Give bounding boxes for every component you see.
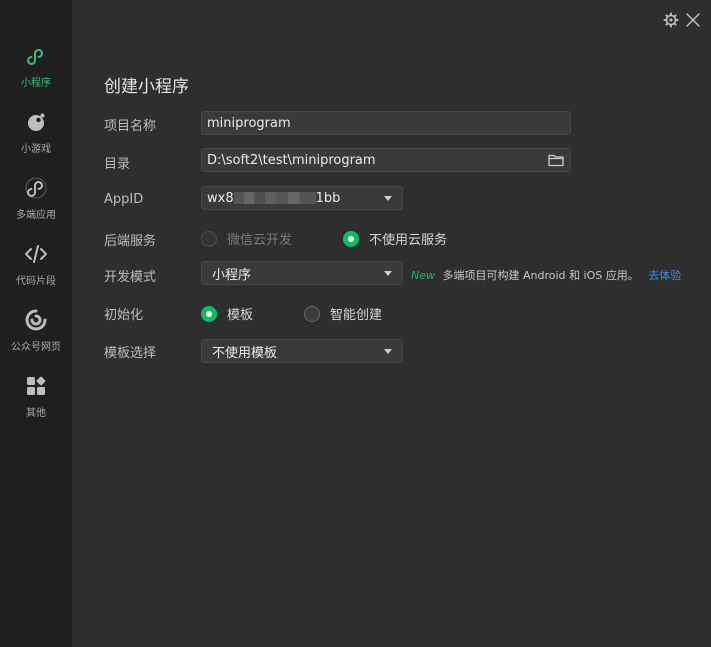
radio-icon [304,305,320,322]
init-label: 初始化 [104,308,144,323]
appid-suffix: 1bb [315,190,341,206]
page-title: 创建小程序 [104,77,189,97]
project-name-label: 项目名称 [104,119,157,134]
sidebar-item-other[interactable]: 其他 [0,364,72,424]
backend-label: 后端服务 [104,234,157,249]
dev-mode-label: 开发模式 [104,270,157,285]
directory-label: 目录 [104,157,131,172]
sidebar-item-official-account-web[interactable]: 公众号网页 [0,298,72,358]
new-badge: New [411,269,435,282]
close-icon[interactable] [685,12,701,28]
backend-option-wechat-cloud[interactable]: 微信云开发 [201,229,292,248]
sidebar-item-code-snippet[interactable]: 代码片段 [0,232,72,292]
radio-selected-icon [343,230,359,247]
sidebar-item-label: 小游戏 [21,144,51,155]
minigame-icon [28,113,45,131]
backend-option-label: 不使用云服务 [369,233,448,248]
window-controls [657,12,701,28]
sidebar-item-minigame[interactable]: 小游戏 [0,100,72,160]
backend-option-label: 微信云开发 [227,233,293,248]
dev-mode-tip-text: 多端项目可构建 Android 和 iOS 应用。 [442,269,639,282]
multiplatform-app-icon [25,177,47,199]
sidebar-item-label: 代码片段 [16,276,56,287]
miniprogram-icon [27,49,43,65]
chevron-down-icon [384,195,392,201]
template-label: 模板选择 [104,346,157,361]
sidebar: 小程序 小游戏 多端应用 代码片段 公众号网页 其他 [0,0,72,647]
dev-mode-select[interactable]: 小程序 [201,261,403,285]
gear-icon[interactable] [663,12,679,28]
code-snippet-icon [25,245,47,263]
chevron-down-icon [384,270,392,276]
init-option-label: 智能创建 [330,308,383,323]
sidebar-item-label: 小程序 [21,78,51,89]
sidebar-item-multiplatform[interactable]: 多端应用 [0,166,72,226]
chevron-down-icon [384,348,392,354]
init-option-label: 模板 [227,308,254,323]
dev-mode-tip: New 多端项目可构建 Android 和 iOS 应用。 去体验 [411,267,681,283]
other-apps-icon [27,376,46,395]
directory-input[interactable]: D:\soft2\test\miniprogram [201,148,571,172]
project-name-value: miniprogram [207,115,291,131]
appid-select[interactable]: wx8 1bb [201,186,403,210]
template-select[interactable]: 不使用模板 [201,339,403,363]
folder-icon[interactable] [548,153,564,167]
radio-selected-icon [201,305,217,322]
sidebar-item-label: 公众号网页 [11,342,61,353]
dev-mode-value: 小程序 [212,267,252,283]
appid-label: AppID [104,192,144,207]
project-name-input[interactable]: miniprogram [201,111,571,135]
init-option-template[interactable]: 模板 [201,304,253,323]
official-account-web-icon [25,309,47,331]
appid-prefix: wx8 [207,190,234,206]
backend-option-no-cloud[interactable]: 不使用云服务 [343,229,447,248]
try-it-link[interactable]: 去体验 [648,269,681,282]
template-value: 不使用模板 [212,345,278,361]
radio-icon [201,230,217,247]
init-option-smart-create[interactable]: 智能创建 [304,304,382,323]
appid-value: wx8 1bb [207,191,384,206]
sidebar-item-label: 其他 [26,408,46,419]
directory-value: D:\soft2\test\miniprogram [207,152,376,168]
appid-masked-segment [233,192,316,204]
sidebar-item-miniprogram[interactable]: 小程序 [0,34,72,94]
sidebar-item-label: 多端应用 [16,210,56,221]
